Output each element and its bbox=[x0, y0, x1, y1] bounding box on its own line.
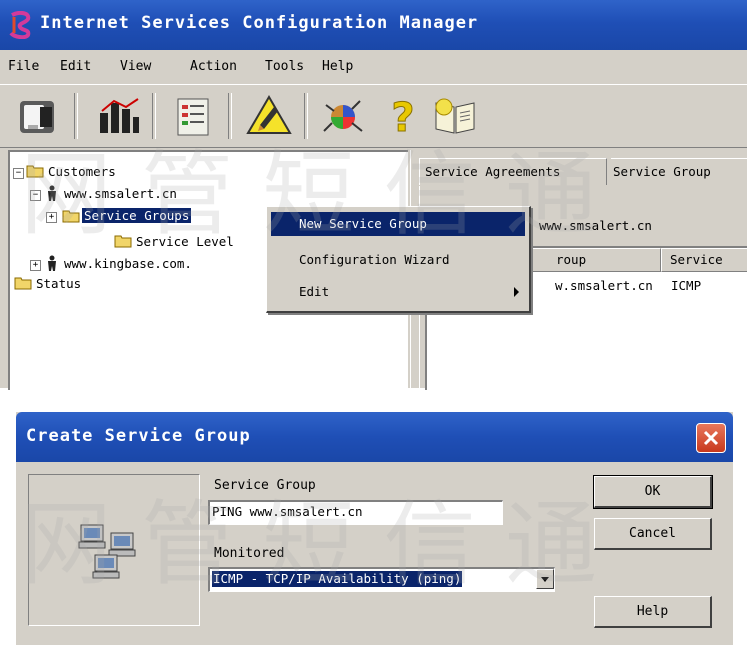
tree-item-customers[interactable]: Customers bbox=[48, 164, 116, 179]
menu-item-configuration-wizard[interactable]: Configuration Wizard bbox=[271, 248, 525, 272]
menu-bar: File Edit View Action Tools Help bbox=[0, 50, 747, 84]
column-label: Service bbox=[670, 252, 723, 267]
help-button[interactable]: Help bbox=[594, 596, 712, 628]
close-button[interactable] bbox=[696, 423, 726, 453]
menu-item-label: Edit bbox=[299, 284, 330, 299]
monitored-value: ICMP - TCP/IP Availability (ping) bbox=[212, 571, 463, 587]
monitored-select[interactable]: ICMP - TCP/IP Availability (ping) bbox=[208, 567, 555, 592]
toolbar-separator bbox=[152, 93, 156, 139]
tab-label: Service Group bbox=[613, 164, 711, 179]
main-window: Internet Services Configuration Manager … bbox=[0, 0, 747, 390]
toolbar-separator bbox=[304, 93, 308, 139]
menu-item-edit[interactable]: Edit bbox=[271, 280, 525, 304]
collapse-toggle[interactable]: − bbox=[30, 190, 41, 201]
tree-item-service-level[interactable]: Service Level bbox=[136, 234, 234, 249]
menu-action[interactable]: Action bbox=[190, 59, 237, 74]
cell-service[interactable]: ICMP bbox=[671, 278, 701, 293]
toolbar: ? bbox=[0, 84, 747, 148]
dialog-title: Create Service Group bbox=[26, 426, 251, 446]
computers-network-icon bbox=[78, 524, 136, 579]
service-group-value: PING www.smsalert.cn bbox=[212, 504, 363, 519]
menu-item-new-service-group[interactable]: New Service Group bbox=[271, 212, 525, 236]
tree-item-smsalert[interactable]: www.smsalert.cn bbox=[64, 186, 177, 201]
toolbar-separator bbox=[74, 93, 78, 139]
chart-icon[interactable] bbox=[92, 91, 142, 141]
tree-item-service-groups[interactable]: Service Groups bbox=[80, 207, 193, 224]
title-bar[interactable]: Internet Services Configuration Manager bbox=[0, 0, 747, 50]
menu-help[interactable]: Help bbox=[322, 59, 353, 74]
tab-label: Service Agreements bbox=[425, 164, 561, 179]
dropdown-arrow-icon[interactable] bbox=[536, 569, 554, 589]
window-title: Internet Services Configuration Manager bbox=[40, 13, 479, 33]
dialog-illustration bbox=[28, 474, 200, 626]
column-header-service[interactable]: Service bbox=[661, 248, 747, 272]
cell-group[interactable]: w.smsalert.cn bbox=[555, 278, 653, 293]
cancel-button[interactable]: Cancel bbox=[594, 518, 712, 550]
folder-open-icon bbox=[62, 210, 80, 223]
help-icon[interactable]: ? bbox=[378, 91, 428, 142]
monitored-label: Monitored bbox=[214, 546, 285, 561]
tree-item-status[interactable]: Status bbox=[36, 276, 81, 291]
tab-service-group[interactable]: Service Group bbox=[611, 158, 747, 185]
service-group-input[interactable]: PING www.smsalert.cn bbox=[208, 500, 503, 525]
tab-service-agreements[interactable]: Service Agreements bbox=[419, 158, 607, 185]
ok-button[interactable]: OK bbox=[593, 475, 713, 509]
form-icon[interactable] bbox=[168, 91, 218, 141]
menu-file[interactable]: File bbox=[8, 59, 39, 74]
column-label: roup bbox=[556, 252, 587, 267]
network-icon[interactable] bbox=[318, 91, 368, 141]
group-title: www.smsalert.cn bbox=[539, 218, 652, 233]
menu-item-label: New Service Group bbox=[299, 216, 427, 231]
customer-icon bbox=[48, 185, 56, 201]
menu-edit[interactable]: Edit bbox=[60, 59, 91, 74]
collapse-toggle[interactable]: − bbox=[13, 168, 24, 179]
menu-tools[interactable]: Tools bbox=[265, 59, 304, 74]
toolbar-separator bbox=[228, 93, 232, 139]
folder-icon bbox=[114, 235, 132, 248]
alert-icon[interactable] bbox=[244, 91, 294, 141]
expand-toggle[interactable]: + bbox=[30, 260, 41, 271]
menu-view[interactable]: View bbox=[120, 59, 151, 74]
close-icon bbox=[703, 430, 719, 446]
service-group-label: Service Group bbox=[214, 478, 316, 493]
expand-toggle[interactable]: + bbox=[46, 212, 57, 223]
customer-icon bbox=[48, 255, 56, 271]
create-service-group-dialog: Create Service Group Service Group PING … bbox=[16, 412, 733, 645]
menu-item-label: Configuration Wizard bbox=[299, 252, 450, 267]
submenu-arrow-icon bbox=[514, 287, 519, 297]
database-icon[interactable] bbox=[12, 91, 62, 141]
svg-text:?: ? bbox=[391, 95, 414, 141]
tree-item-kingbase[interactable]: www.kingbase.com. bbox=[64, 256, 192, 271]
folder-open-icon bbox=[26, 165, 44, 178]
folder-icon bbox=[14, 277, 32, 290]
book-icon[interactable] bbox=[430, 91, 480, 141]
dialog-title-bar[interactable]: Create Service Group bbox=[16, 412, 733, 462]
context-menu: New Service Group Configuration Wizard E… bbox=[266, 206, 531, 313]
app-logo-icon bbox=[9, 11, 31, 39]
